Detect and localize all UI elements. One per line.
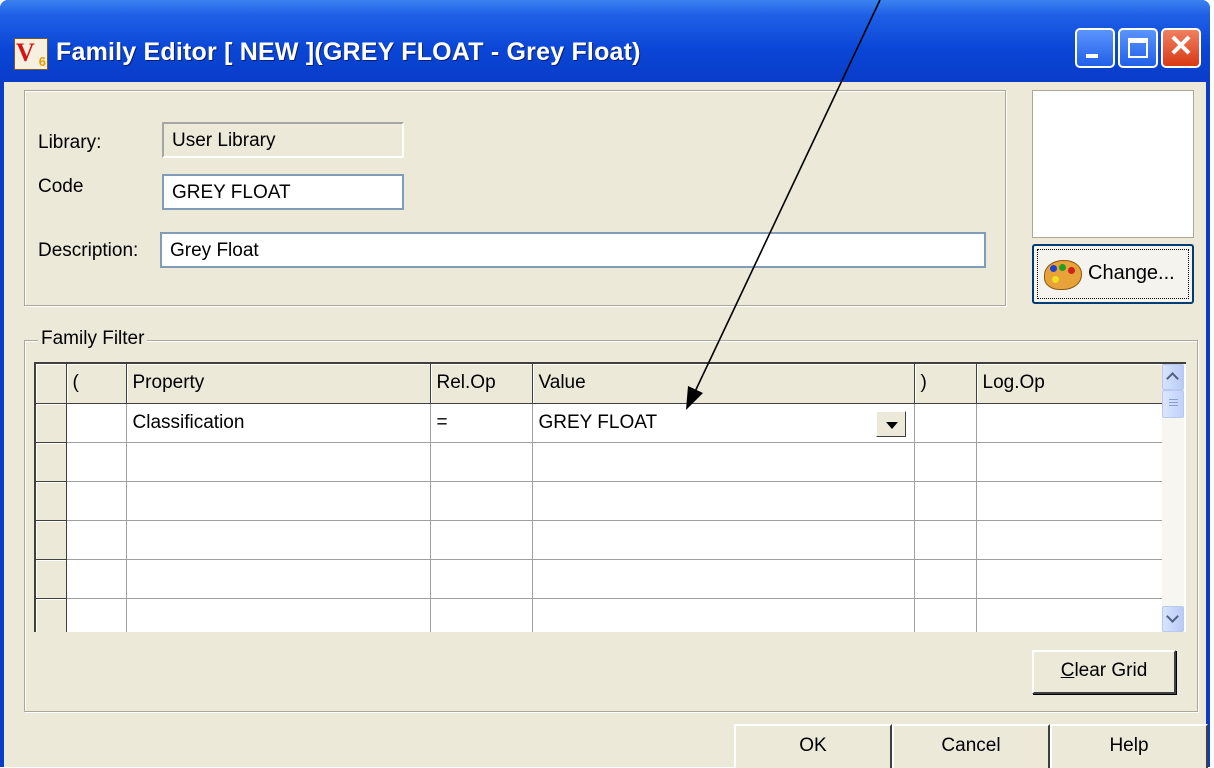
annotation-arrow-line	[691, 0, 881, 399]
annotation-arrowhead-icon	[686, 386, 703, 410]
annotation-arrow	[686, 0, 881, 410]
